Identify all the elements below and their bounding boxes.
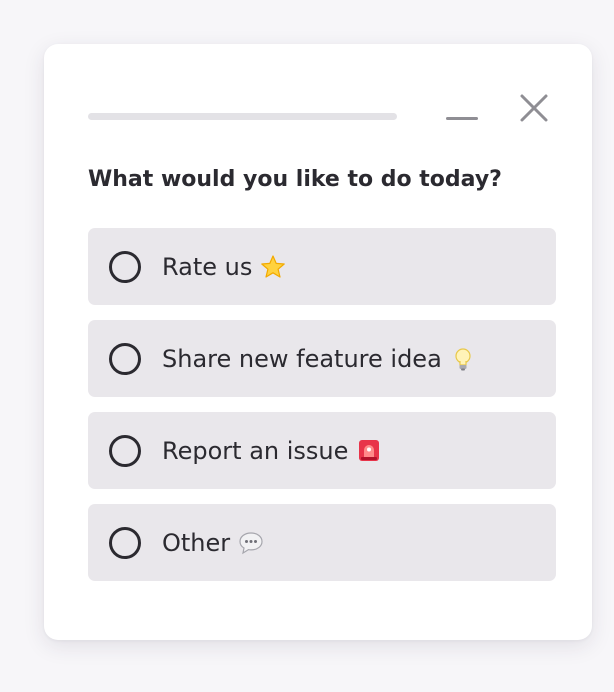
option-label: Report an issue xyxy=(162,436,349,465)
option-rate-us[interactable]: Rate us xyxy=(88,228,556,305)
radio-button[interactable] xyxy=(109,434,141,467)
option-label: Other xyxy=(162,528,231,557)
option-label: Share new feature idea xyxy=(162,344,442,373)
survey-card: What would you like to do today? Rate us… xyxy=(44,44,592,640)
close-icon xyxy=(520,94,548,122)
radio-button[interactable] xyxy=(109,250,141,283)
radio-button[interactable] xyxy=(109,342,141,375)
option-share-feature-idea[interactable]: Share new feature idea xyxy=(88,320,556,397)
minimize-icon xyxy=(446,117,478,120)
minimize-button[interactable] xyxy=(440,100,484,132)
option-label: Rate us xyxy=(162,252,253,281)
progress-bar xyxy=(88,113,397,120)
question-title: What would you like to do today? xyxy=(88,167,502,192)
option-report-issue[interactable]: Report an issue xyxy=(88,412,556,489)
options-list: Rate us Share new feature idea Report an… xyxy=(88,228,556,596)
speech-bubble-icon xyxy=(239,531,263,554)
star-icon xyxy=(261,254,286,278)
siren-icon xyxy=(359,439,380,461)
radio-button[interactable] xyxy=(109,526,141,559)
close-button[interactable] xyxy=(514,88,554,128)
lightbulb-icon xyxy=(455,347,471,370)
option-other[interactable]: Other xyxy=(88,504,556,581)
